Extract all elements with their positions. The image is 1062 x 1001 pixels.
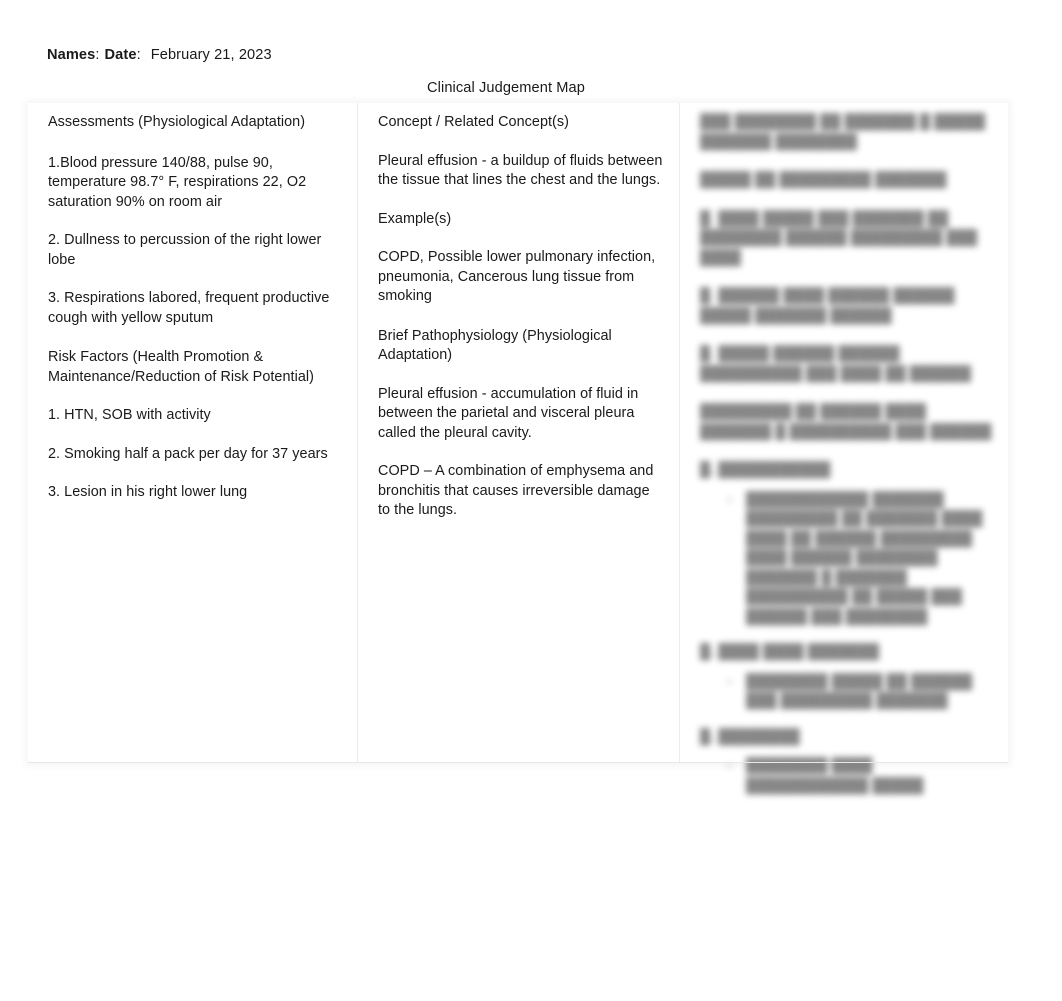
concepts-cell: Concept / Related Concept(s) Pleural eff… xyxy=(378,113,665,521)
redacted-group-3-label: █. ████████ xyxy=(700,728,800,745)
assessments-heading: Assessments (Physiological Adaptation) xyxy=(48,114,306,130)
table-column-concepts: Concept / Related Concept(s) Pleural eff… xyxy=(358,103,680,763)
redacted-group-3-bullets: ████████ ████ ████████████ █████ xyxy=(700,757,994,796)
redacted-heading-line-1: ███ ████████ ██ ███████ █ █████ ███████ … xyxy=(700,114,986,150)
risk-factor-item-2: 2. Smoking half a pack per day for 37 ye… xyxy=(48,445,328,462)
redacted-heading-line-2: █████ ██ █████████ ███████ xyxy=(700,172,947,188)
examples-list: COPD, Possible lower pulmonary infection… xyxy=(378,249,656,304)
redacted-subheading: █████████ ██ ██████ ████ ███████ █ █████… xyxy=(700,404,992,440)
names-date-line: Names: Date: February 21, 2023 xyxy=(47,45,272,65)
document-page: Names: Date: February 21, 2023 Clinical Ju… xyxy=(0,0,1062,1001)
assessment-item-3: 3. Respirations labored, frequent produc… xyxy=(48,290,330,326)
pathophysiology-item-2: COPD – A combination of emphysema and br… xyxy=(378,463,654,518)
redacted-item-1: █. ████ █████ ███ ███████ ██ ████████ ██… xyxy=(700,210,978,266)
list-item: ████████████ ███████ █████████ ██ ██████… xyxy=(726,491,994,628)
table-column-redacted: ███ ████████ ██ ███████ █ █████ ███████ … xyxy=(680,103,1008,794)
page-title: Clinical Judgement Map xyxy=(427,80,585,96)
assessment-item-2: 2. Dullness to percussion of the right l… xyxy=(48,232,322,268)
redacted-item-3: █. █████ ██████ ██████ ██████████ ███ ██… xyxy=(700,346,971,382)
assessment-item-1: 1.Blood pressure 140/88, pulse 90, tempe… xyxy=(48,154,307,210)
redacted-group-1-bullets: ████████████ ███████ █████████ ██ ██████… xyxy=(700,491,994,628)
redacted-item-2: █. ██████ ████ ██████ ██████ █████ █████… xyxy=(700,288,955,324)
redacted-cell: ███ ████████ ██ ███████ █ █████ ███████ … xyxy=(700,113,994,796)
list-item: ████████ ████ ████████████ █████ xyxy=(726,757,994,796)
concepts-heading: Concept / Related Concept(s) xyxy=(378,114,569,130)
redacted-group-1-label: █. ███████████ xyxy=(700,462,831,478)
date-colon: : xyxy=(136,47,141,63)
names-label: Names xyxy=(47,47,96,63)
risk-factor-item-3: 3. Lesion in his right lower lung xyxy=(48,484,248,500)
list-item: ████████ █████ ██ ██████ ███ █████████ █… xyxy=(726,673,994,712)
risk-factors-heading: Risk Factors (Health Promotion & Mainten… xyxy=(48,349,314,385)
pathophysiology-item-1: Pleural effusion - accumulation of fluid… xyxy=(378,385,639,441)
redacted-group-2-label: █. ████ ████ ███████ xyxy=(700,644,880,660)
names-colon: : xyxy=(95,47,100,63)
redacted-group-2-bullets: ████████ █████ ██ ██████ ███ █████████ █… xyxy=(700,673,994,712)
table-column-assessments: Assessments (Physiological Adaptation) 1… xyxy=(28,103,358,763)
date-value: February 21, 2023 xyxy=(150,47,272,63)
assessments-cell: Assessments (Physiological Adaptation) 1… xyxy=(48,113,343,503)
pathophysiology-heading: Brief Pathophysiology (Physiological Ada… xyxy=(378,327,612,364)
risk-factor-item-1: 1. HTN, SOB with activity xyxy=(48,407,211,423)
examples-label: Example(s) xyxy=(378,210,452,227)
concept-definition: Pleural effusion - a buildup of fluids b… xyxy=(378,152,663,189)
clinical-judgement-map-table: Assessments (Physiological Adaptation) 1… xyxy=(28,103,1008,794)
date-label: Date xyxy=(104,47,137,63)
